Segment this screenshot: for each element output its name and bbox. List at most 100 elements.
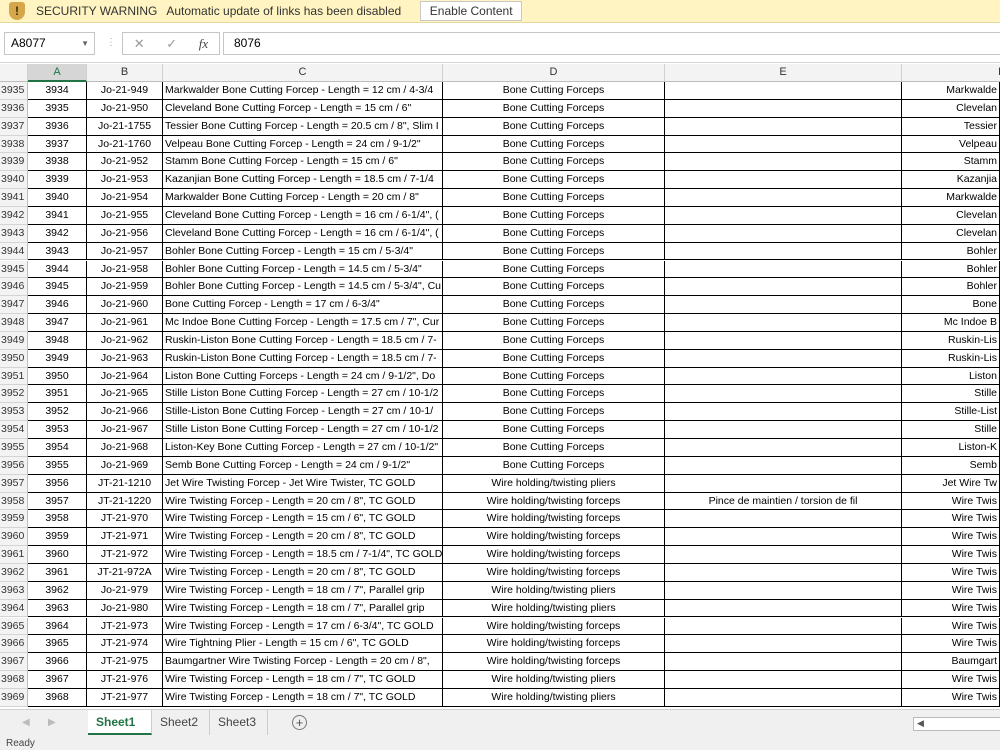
- cell-b[interactable]: JT-21-975: [87, 653, 163, 672]
- formula-input[interactable]: 8076: [223, 32, 1000, 55]
- cell-b[interactable]: Jo-21-962: [87, 331, 163, 350]
- cell-a[interactable]: 3947: [28, 314, 87, 332]
- cell-d[interactable]: Wire holding/twisting pliers: [443, 688, 665, 707]
- cell-d[interactable]: Bone Cutting Forceps: [443, 296, 665, 315]
- cell-e[interactable]: [665, 617, 902, 636]
- cell-d[interactable]: Bone Cutting Forceps: [443, 314, 665, 332]
- cell-f[interactable]: Markwalde: [902, 82, 1000, 100]
- cell-d[interactable]: Bone Cutting Forceps: [443, 278, 665, 297]
- cell-c[interactable]: Wire Twisting Forcep - Length = 18 cm / …: [163, 599, 443, 618]
- cell-d[interactable]: Bone Cutting Forceps: [443, 171, 665, 190]
- cell-f[interactable]: Bone: [902, 296, 1000, 315]
- column-header-e[interactable]: E: [665, 64, 902, 82]
- cell-f[interactable]: Liston: [902, 367, 1000, 386]
- cell-a[interactable]: 3963: [28, 599, 87, 618]
- row-header[interactable]: 3953: [0, 403, 28, 422]
- cell-a[interactable]: 3962: [28, 581, 87, 600]
- cell-f[interactable]: Clevelan: [902, 206, 1000, 225]
- cell-d[interactable]: Wire holding/twisting pliers: [443, 671, 665, 689]
- cell-a[interactable]: 3967: [28, 671, 87, 689]
- column-header-c[interactable]: C: [163, 64, 443, 82]
- cell-e[interactable]: [665, 331, 902, 350]
- column-header-a[interactable]: A: [28, 64, 87, 82]
- cell-c[interactable]: Stille Liston Bone Cutting Forcep - Leng…: [163, 385, 443, 404]
- cell-b[interactable]: Jo-21-957: [87, 242, 163, 261]
- cell-c[interactable]: Baumgartner Wire Twisting Forcep - Lengt…: [163, 653, 443, 672]
- cell-d[interactable]: Bone Cutting Forceps: [443, 349, 665, 368]
- cell-e[interactable]: [665, 296, 902, 315]
- cell-e[interactable]: [665, 278, 902, 297]
- cell-d[interactable]: Bone Cutting Forceps: [443, 224, 665, 243]
- cell-a[interactable]: 3938: [28, 153, 87, 172]
- cell-e[interactable]: [665, 367, 902, 386]
- cell-b[interactable]: Jo-21-955: [87, 206, 163, 225]
- cell-e[interactable]: [665, 99, 902, 118]
- cell-f[interactable]: Tessier: [902, 117, 1000, 136]
- row-header[interactable]: 3936: [0, 99, 28, 118]
- cell-f[interactable]: Mc Indoe B: [902, 314, 1000, 332]
- cell-b[interactable]: Jo-21-950: [87, 99, 163, 118]
- cell-d[interactable]: Wire holding/twisting forceps: [443, 563, 665, 582]
- cell-d[interactable]: Bone Cutting Forceps: [443, 117, 665, 136]
- cell-b[interactable]: Jo-21-949: [87, 82, 163, 100]
- cell-c[interactable]: Stille-Liston Bone Cutting Forcep - Leng…: [163, 403, 443, 422]
- cell-a[interactable]: 3960: [28, 546, 87, 564]
- cell-f[interactable]: Semb: [902, 456, 1000, 475]
- cell-a[interactable]: 3934: [28, 82, 87, 100]
- cell-d[interactable]: Bone Cutting Forceps: [443, 439, 665, 457]
- cell-c[interactable]: Cleveland Bone Cutting Forcep - Length =…: [163, 99, 443, 118]
- cell-a[interactable]: 3952: [28, 403, 87, 422]
- cell-d[interactable]: Bone Cutting Forceps: [443, 206, 665, 225]
- cell-d[interactable]: Wire holding/twisting forceps: [443, 617, 665, 636]
- cell-c[interactable]: Bohler Bone Cutting Forcep - Length = 14…: [163, 278, 443, 297]
- cell-b[interactable]: JT-21-974: [87, 635, 163, 654]
- cell-d[interactable]: Bone Cutting Forceps: [443, 367, 665, 386]
- cell-d[interactable]: Bone Cutting Forceps: [443, 135, 665, 154]
- chevron-down-icon[interactable]: ▼: [81, 33, 89, 54]
- cell-d[interactable]: Wire holding/twisting pliers: [443, 474, 665, 493]
- cell-c[interactable]: Wire Twisting Forcep - Length = 18 cm / …: [163, 581, 443, 600]
- cell-c[interactable]: Markwalder Bone Cutting Forcep - Length …: [163, 82, 443, 100]
- cell-b[interactable]: Jo-21-952: [87, 153, 163, 172]
- cell-d[interactable]: Bone Cutting Forceps: [443, 153, 665, 172]
- cell-b[interactable]: Jo-21-963: [87, 349, 163, 368]
- row-header[interactable]: 3943: [0, 224, 28, 243]
- cell-c[interactable]: Liston Bone Cutting Forceps - Length = 2…: [163, 367, 443, 386]
- cell-f[interactable]: Wire Twis: [902, 528, 1000, 547]
- cell-f[interactable]: Bohler: [902, 242, 1000, 261]
- cell-f[interactable]: Clevelan: [902, 224, 1000, 243]
- cell-c[interactable]: Cleveland Bone Cutting Forcep - Length =…: [163, 206, 443, 225]
- cell-d[interactable]: Bone Cutting Forceps: [443, 331, 665, 350]
- cell-b[interactable]: Jo-21-960: [87, 296, 163, 315]
- row-header[interactable]: 3961: [0, 546, 28, 564]
- cell-a[interactable]: 3961: [28, 563, 87, 582]
- cell-b[interactable]: Jo-21-980: [87, 599, 163, 618]
- cell-d[interactable]: Bone Cutting Forceps: [443, 242, 665, 261]
- cell-b[interactable]: JT-21-976: [87, 671, 163, 689]
- row-header[interactable]: 3964: [0, 599, 28, 618]
- cell-c[interactable]: Wire Twisting Forcep - Length = 20 cm / …: [163, 492, 443, 511]
- cell-e[interactable]: [665, 635, 902, 654]
- cell-e[interactable]: [665, 260, 902, 279]
- row-header[interactable]: 3952: [0, 385, 28, 404]
- cell-a[interactable]: 3936: [28, 117, 87, 136]
- horizontal-scrollbar[interactable]: ◀: [913, 717, 1000, 731]
- enable-content-button[interactable]: Enable Content: [420, 1, 523, 21]
- row-header[interactable]: 3954: [0, 421, 28, 439]
- cell-b[interactable]: Jo-21-967: [87, 421, 163, 439]
- cell-f[interactable]: Wire Twis: [902, 688, 1000, 707]
- worksheet-grid[interactable]: ABCDEF 39353934Jo-21-949Markwalder Bone …: [0, 64, 1000, 709]
- cell-e[interactable]: [665, 153, 902, 172]
- row-header[interactable]: 3939: [0, 153, 28, 172]
- cell-c[interactable]: Semb Bone Cutting Forcep - Length = 24 c…: [163, 456, 443, 475]
- cell-e[interactable]: [665, 242, 902, 261]
- cell-c[interactable]: Stamm Bone Cutting Forcep - Length = 15 …: [163, 153, 443, 172]
- column-header-d[interactable]: D: [443, 64, 665, 82]
- cell-e[interactable]: [665, 135, 902, 154]
- cell-f[interactable]: Wire Twis: [902, 563, 1000, 582]
- cell-f[interactable]: Stamm: [902, 153, 1000, 172]
- cell-c[interactable]: Mc Indoe Bone Cutting Forcep - Length = …: [163, 314, 443, 332]
- row-header[interactable]: 3956: [0, 456, 28, 475]
- row-header[interactable]: 3937: [0, 117, 28, 136]
- cell-a[interactable]: 3946: [28, 296, 87, 315]
